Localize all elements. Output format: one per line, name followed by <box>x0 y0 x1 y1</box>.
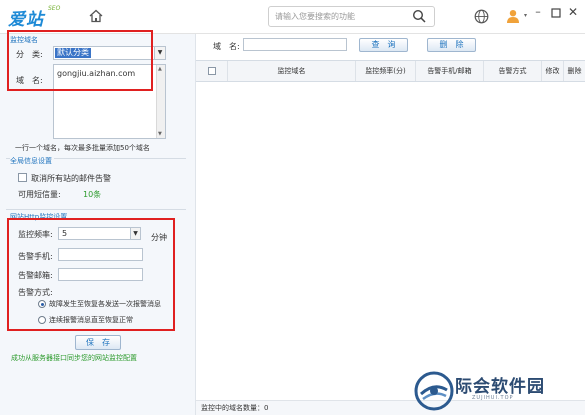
table-header: 监控域名 监控频率(分) 告警手机/邮箱 告警方式 修改 删除 <box>196 60 585 82</box>
sms-remaining-value: 10条 <box>83 190 102 199</box>
logo-sub-text: SEO <box>48 5 61 12</box>
monitored-count-text: 监控中的域名数量：0 <box>201 404 269 412</box>
select-all-checkbox[interactable] <box>208 67 216 75</box>
alert-email-input[interactable] <box>58 268 143 281</box>
monitor-table-body <box>196 82 585 400</box>
alert-email-label: 告警邮箱: <box>18 271 53 280</box>
maximize-icon[interactable] <box>549 6 563 20</box>
query-button[interactable]: 查 询 <box>359 38 408 52</box>
alert-method-radio-continuous[interactable] <box>38 316 46 324</box>
frequency-select[interactable]: 5 ▼ <box>58 227 141 240</box>
search-icon[interactable] <box>412 9 426 23</box>
frequency-value: 5 <box>62 229 68 238</box>
close-icon[interactable]: ✕ <box>566 6 580 20</box>
domain-scrollbar[interactable]: ▲ ▼ <box>156 65 165 138</box>
watermark-subtext: ZUJIHUI.TOP <box>472 395 514 401</box>
chevron-down-icon[interactable]: ▾ <box>524 12 527 19</box>
sms-remaining-label: 可用短信量: <box>18 190 61 199</box>
home-icon[interactable] <box>88 8 104 24</box>
watermark-logo-icon <box>413 370 455 412</box>
alert-phone-input[interactable] <box>58 248 143 261</box>
column-header: 删除 <box>567 67 582 75</box>
column-header: 监控频率(分) <box>356 61 416 81</box>
globe-icon[interactable] <box>474 9 489 24</box>
alert-method-radio-once[interactable] <box>38 300 46 308</box>
scroll-down-icon[interactable]: ▼ <box>158 131 162 137</box>
app-logo: 爱站 SEO <box>8 5 76 30</box>
column-header: 告警方式 <box>484 61 542 81</box>
alert-method-label: 告警方式: <box>18 288 53 297</box>
highlight-box <box>7 30 153 91</box>
th-select-all[interactable] <box>196 61 228 81</box>
alert-phone-label: 告警手机: <box>18 252 53 261</box>
column-header: 告警手机/邮箱 <box>416 61 484 81</box>
user-avatar-icon[interactable] <box>505 8 521 24</box>
filter-domain-input[interactable] <box>243 38 347 51</box>
frequency-label: 监控频率: <box>18 230 53 239</box>
search-input[interactable]: 请输入您要搜索的功能 <box>268 6 435 27</box>
save-button[interactable]: 保 存 <box>75 335 121 350</box>
column-header: 修改 <box>542 61 564 81</box>
alert-method-option-continuous: 连续报警消息直至恢复正常 <box>49 316 133 324</box>
domain-hint-text: 一行一个域名，每次最多批量添加50个域名 <box>15 144 150 152</box>
scroll-up-icon[interactable]: ▲ <box>158 66 162 72</box>
delete-button[interactable]: 删 除 <box>427 38 476 52</box>
filter-domain-label: 域 名: <box>213 42 240 51</box>
cancel-alert-checkbox[interactable] <box>18 173 27 182</box>
watermark-text: 际会软件园 <box>455 377 545 397</box>
sync-status-text: 成功从服务器接口同步您的网站监控配置 <box>11 354 137 362</box>
frequency-unit: 分钟 <box>151 233 167 242</box>
cancel-alert-label: 取消所有站的邮件告警 <box>31 174 111 183</box>
chevron-down-icon[interactable]: ▼ <box>130 228 140 239</box>
section-title-global: 全局信息设置 <box>10 156 54 166</box>
logo-text: 爱站 <box>8 10 44 30</box>
chevron-down-icon[interactable]: ▼ <box>154 47 165 59</box>
section-divider <box>6 209 186 210</box>
column-header: 监控域名 <box>228 61 356 81</box>
alert-method-option-once: 故障发生至恢复各发送一次报警消息 <box>49 300 161 308</box>
minimize-icon[interactable]: – <box>531 6 545 20</box>
